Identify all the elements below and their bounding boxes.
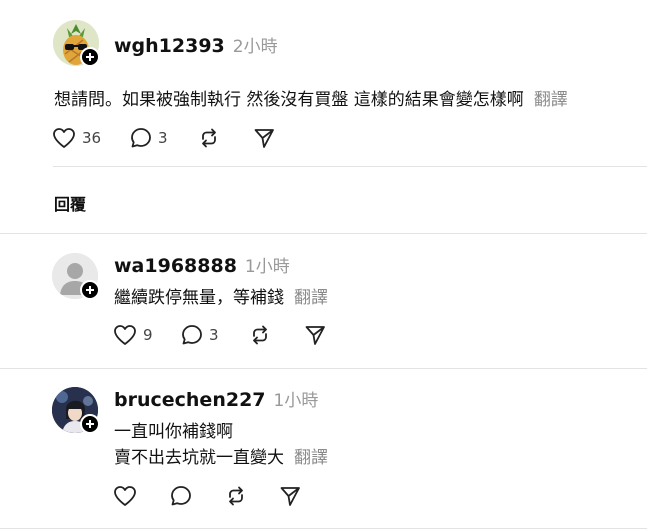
heart-icon: [53, 128, 75, 148]
comment-text: 繼續跌停無量，等補錢 翻譯: [114, 283, 328, 308]
send-icon: [305, 326, 325, 345]
like-count: 36: [82, 129, 102, 147]
repost-icon: [253, 325, 267, 345]
comment-text: 一直叫你補錢啊: [114, 417, 233, 442]
comment-icon: [182, 325, 202, 345]
post-body: 想請問。如果被強制執行 然後沒有買盤 這樣的結果會變怎樣啊: [54, 90, 524, 110]
post-time: 2小時: [232, 37, 278, 57]
follow-plus-icon[interactable]: [80, 414, 100, 434]
comment-time: 1小時: [273, 391, 319, 411]
comment-line: 賣不出去坑就一直變大: [114, 448, 284, 468]
comment-icon: [171, 486, 191, 506]
translate-link[interactable]: 翻譯: [294, 288, 328, 308]
comment-line: 一直叫你補錢啊: [114, 422, 233, 442]
divider: [53, 166, 647, 167]
follow-plus-icon[interactable]: [80, 280, 100, 300]
reply-count: 3: [209, 326, 219, 344]
translate-link[interactable]: 翻譯: [294, 448, 328, 468]
reply-button[interactable]: 3: [130, 127, 168, 149]
send-icon: [280, 487, 300, 506]
post-username-text[interactable]: wgh12393: [114, 35, 225, 57]
repost-button[interactable]: [249, 324, 271, 346]
like-count: 9: [143, 326, 153, 344]
share-button[interactable]: [304, 324, 326, 346]
like-button[interactable]: 9: [113, 324, 153, 346]
heart-icon: [114, 325, 136, 345]
comment-icon: [131, 128, 151, 148]
reply-count: 3: [158, 129, 168, 147]
comment-username[interactable]: wa1968888 1小時: [114, 252, 290, 277]
heart-icon: [114, 486, 136, 506]
send-icon: [254, 129, 274, 148]
comment-username[interactable]: brucechen227 1小時: [114, 386, 318, 411]
repost-icon: [229, 486, 243, 506]
share-button[interactable]: [253, 127, 275, 149]
replies-section-title: 回覆: [54, 195, 87, 214]
comment-text: 賣不出去坑就一直變大 翻譯: [114, 443, 328, 468]
reply-button[interactable]: [170, 485, 198, 507]
reply-button[interactable]: 3: [181, 324, 219, 346]
share-button[interactable]: [279, 485, 301, 507]
like-button[interactable]: 36: [52, 127, 101, 149]
repost-icon: [202, 128, 216, 148]
divider: [0, 233, 647, 234]
like-button[interactable]: [113, 485, 143, 507]
post-username[interactable]: wgh12393 2小時: [114, 32, 278, 57]
repost-button[interactable]: [198, 127, 220, 149]
comment-time: 1小時: [244, 257, 290, 277]
divider: [0, 528, 647, 529]
translate-link[interactable]: 翻譯: [534, 90, 568, 110]
post-text: 想請問。如果被強制執行 然後沒有買盤 這樣的結果會變怎樣啊 翻譯: [54, 85, 568, 110]
divider: [0, 368, 647, 369]
comment-username-text[interactable]: wa1968888: [114, 255, 237, 277]
repost-button[interactable]: [225, 485, 247, 507]
follow-plus-icon[interactable]: [80, 47, 100, 67]
comment-line: 繼續跌停無量，等補錢: [114, 288, 284, 308]
comment-username-text[interactable]: brucechen227: [114, 389, 266, 411]
